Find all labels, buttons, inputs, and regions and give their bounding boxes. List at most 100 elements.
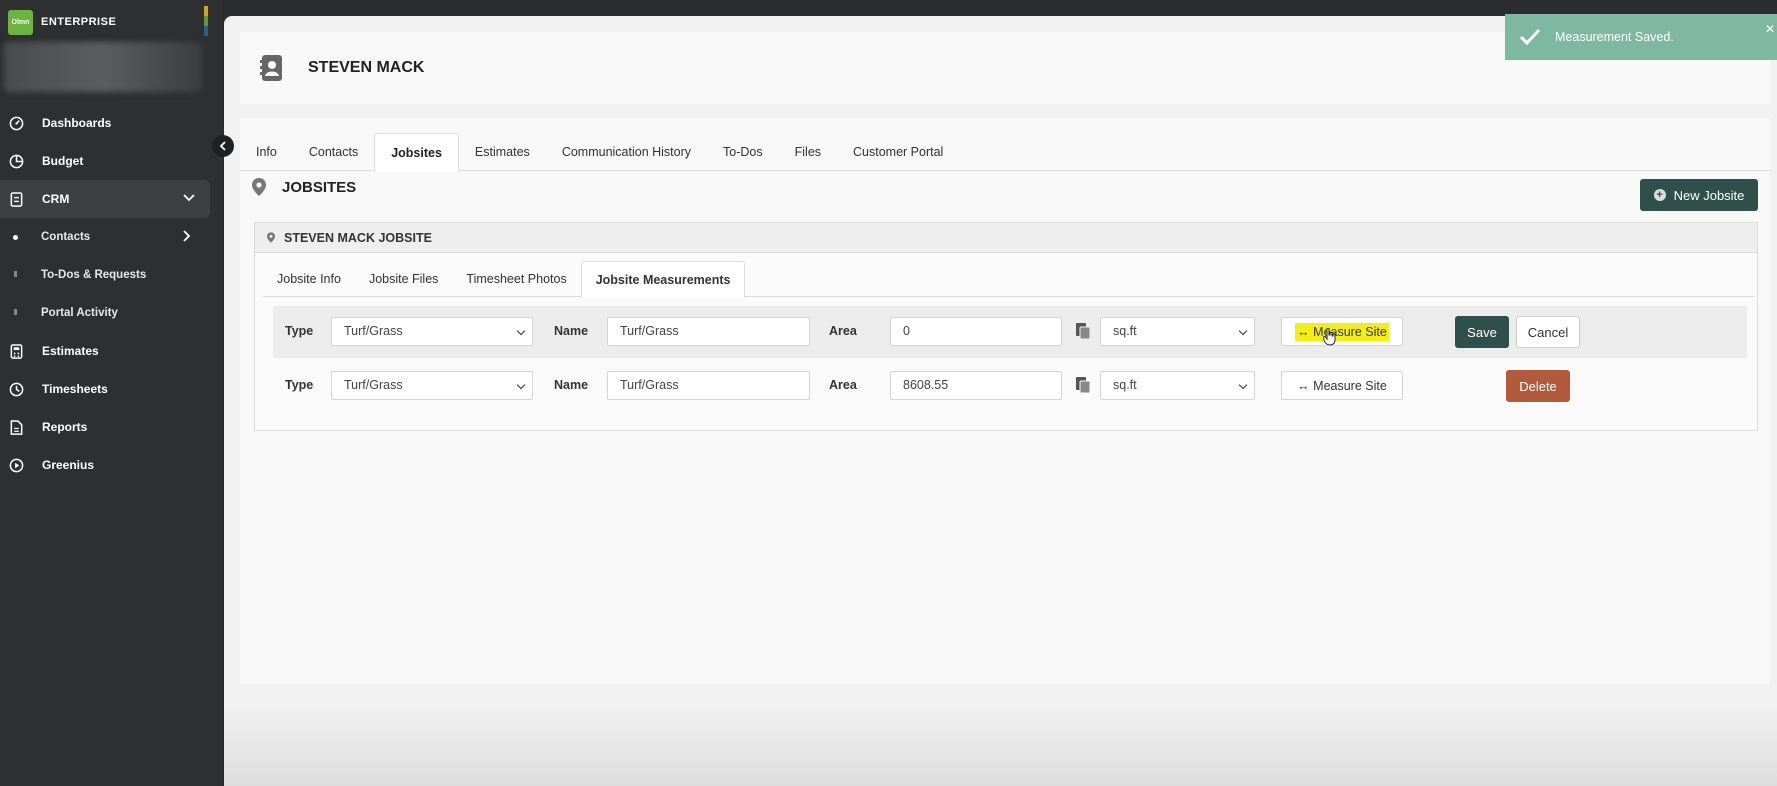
calculator-icon xyxy=(8,343,24,359)
hand-cursor-icon xyxy=(1323,328,1336,346)
jobsite-header: STEVEN MACK JOBSITE xyxy=(255,223,1757,253)
tab-jobsite-files[interactable]: Jobsite Files xyxy=(355,261,452,297)
active-dot xyxy=(13,235,18,240)
type-select[interactable]: Turf/Grass xyxy=(331,371,533,400)
sidebar-item-label: Timesheets xyxy=(42,382,108,396)
measurement-row: Type Turf/Grass Name Turf/Grass Area 860… xyxy=(273,360,1747,412)
sidebar-item-estimates[interactable]: Estimates xyxy=(0,332,210,370)
jobsite-title: STEVEN MACK JOBSITE xyxy=(284,230,432,245)
tree-line xyxy=(14,271,17,277)
success-toast: Measurement Saved. ✕ xyxy=(1505,14,1777,60)
measure-site-button[interactable]: ↔ Measure Site xyxy=(1281,317,1403,346)
sidebar-item-contacts[interactable]: Contacts xyxy=(0,218,210,256)
tab-contacts[interactable]: Contacts xyxy=(293,133,374,171)
sidebar-item-reports[interactable]: Reports xyxy=(0,408,210,446)
play-circle-icon xyxy=(8,457,24,473)
tab-customer-portal[interactable]: Customer Portal xyxy=(837,133,959,171)
name-label: Name xyxy=(554,378,589,392)
sidebar: Olmn ENTERPRISE Dashboards Budget CRM Co… xyxy=(0,0,223,786)
sidebar-item-dashboards[interactable]: Dashboards xyxy=(0,104,210,142)
measure-site-label: Measure Site xyxy=(1313,378,1387,393)
chevron-right-icon xyxy=(180,229,194,246)
sidebar-item-label: Budget xyxy=(42,154,84,168)
clock-icon xyxy=(8,381,24,397)
report-icon xyxy=(8,419,24,435)
brand-logo: Olmn xyxy=(8,9,33,35)
chevron-down-icon xyxy=(182,191,196,208)
tab-timesheet-photos[interactable]: Timesheet Photos xyxy=(452,261,580,297)
sidebar-nav: Dashboards Budget CRM Contacts To-Dos & … xyxy=(0,104,210,484)
plus-circle-icon: + xyxy=(1653,189,1666,201)
clipboard-icon[interactable] xyxy=(1075,376,1091,394)
brand-name: ENTERPRISE xyxy=(41,16,117,28)
unit-select[interactable]: sq.ft xyxy=(1100,371,1255,400)
clipboard-icon[interactable] xyxy=(1075,322,1091,340)
page-title: STEVEN MACK xyxy=(308,59,425,76)
crm-icon xyxy=(8,191,24,207)
tree-line xyxy=(14,309,17,315)
name-input[interactable]: Turf/Grass xyxy=(607,317,810,346)
toast-message: Measurement Saved. xyxy=(1555,30,1674,44)
sidebar-collapse-button[interactable] xyxy=(212,135,234,157)
new-jobsite-label: New Jobsite xyxy=(1673,187,1745,203)
sidebar-item-label: Greenius xyxy=(42,458,95,472)
jobsite-subtabs: Jobsite Info Jobsite Files Timesheet Pho… xyxy=(263,261,1755,298)
type-label: Type xyxy=(285,378,314,392)
sidebar-item-portal-activity[interactable]: Portal Activity xyxy=(0,294,210,332)
new-jobsite-button[interactable]: + New Jobsite xyxy=(1640,179,1758,211)
tab-jobsites[interactable]: Jobsites xyxy=(374,133,459,172)
chevron-left-icon xyxy=(219,141,226,151)
tab-estimates[interactable]: Estimates xyxy=(459,133,546,171)
contact-tabs: Info Contacts Jobsites Estimates Communi… xyxy=(240,133,1770,172)
cancel-button[interactable]: Cancel xyxy=(1516,316,1580,348)
sidebar-item-label: To-Dos & Requests xyxy=(41,269,147,281)
sidebar-item-label: Portal Activity xyxy=(41,307,118,319)
close-icon[interactable]: ✕ xyxy=(1765,22,1775,36)
dashboard-icon xyxy=(8,115,24,131)
sidebar-item-label: Estimates xyxy=(42,344,99,358)
sidebar-item-budget[interactable]: Budget xyxy=(0,142,210,180)
delete-button[interactable]: Delete xyxy=(1506,370,1570,402)
contact-detail-card: Info Contacts Jobsites Estimates Communi… xyxy=(240,118,1770,684)
brand-status-bars xyxy=(204,6,208,36)
pie-chart-icon xyxy=(8,153,24,169)
sidebar-item-label: Reports xyxy=(42,420,88,434)
jobsite-panel: STEVEN MACK JOBSITE Jobsite Info Jobsite… xyxy=(254,222,1758,431)
sidebar-item-greenius[interactable]: Greenius xyxy=(0,446,210,484)
contact-book-icon xyxy=(260,55,282,81)
sidebar-item-label: Contacts xyxy=(41,231,91,243)
sidebar-item-todos-requests[interactable]: To-Dos & Requests xyxy=(0,256,210,294)
user-profile-blurred[interactable] xyxy=(4,42,202,92)
type-select[interactable]: Turf/Grass xyxy=(331,317,533,346)
save-button[interactable]: Save xyxy=(1455,316,1509,348)
tab-files[interactable]: Files xyxy=(779,133,837,171)
sidebar-item-label: Dashboards xyxy=(42,116,112,130)
main-content: STEVEN MACK Info Contacts Jobsites Estim… xyxy=(224,16,1777,786)
tab-todos[interactable]: To-Dos xyxy=(707,133,779,171)
name-input[interactable]: Turf/Grass xyxy=(607,371,810,400)
checkmark-icon xyxy=(1519,28,1541,46)
jobsites-section-header: JOBSITES xyxy=(252,178,356,196)
measure-site-highlight: ↔ Measure Site xyxy=(1295,322,1389,341)
unit-select[interactable]: sq.ft xyxy=(1100,317,1255,346)
type-label: Type xyxy=(285,324,314,338)
area-input[interactable]: 0 xyxy=(890,317,1062,346)
area-label: Area xyxy=(829,378,857,392)
measure-site-button[interactable]: ↔ Measure Site xyxy=(1281,371,1403,400)
tab-info[interactable]: Info xyxy=(240,133,293,171)
sidebar-item-timesheets[interactable]: Timesheets xyxy=(0,370,210,408)
bottom-fade xyxy=(224,706,1777,786)
area-label: Area xyxy=(829,324,857,338)
sidebar-item-label: CRM xyxy=(42,192,70,206)
tab-jobsite-measurements[interactable]: Jobsite Measurements xyxy=(580,261,746,298)
tab-jobsite-info[interactable]: Jobsite Info xyxy=(263,261,355,297)
name-label: Name xyxy=(554,324,589,338)
sidebar-item-crm[interactable]: CRM xyxy=(0,180,210,218)
area-input[interactable]: 8608.55 xyxy=(890,371,1062,400)
measurement-row: Type Turf/Grass Name Turf/Grass Area 0 s… xyxy=(273,306,1747,358)
arrows-horizontal-icon: ↔ xyxy=(1297,324,1310,339)
arrows-horizontal-icon: ↔ xyxy=(1297,378,1310,393)
tab-communication-history[interactable]: Communication History xyxy=(546,133,707,171)
brand[interactable]: Olmn ENTERPRISE xyxy=(8,9,117,35)
crm-subnav: Contacts To-Dos & Requests Portal Activi… xyxy=(0,218,210,332)
